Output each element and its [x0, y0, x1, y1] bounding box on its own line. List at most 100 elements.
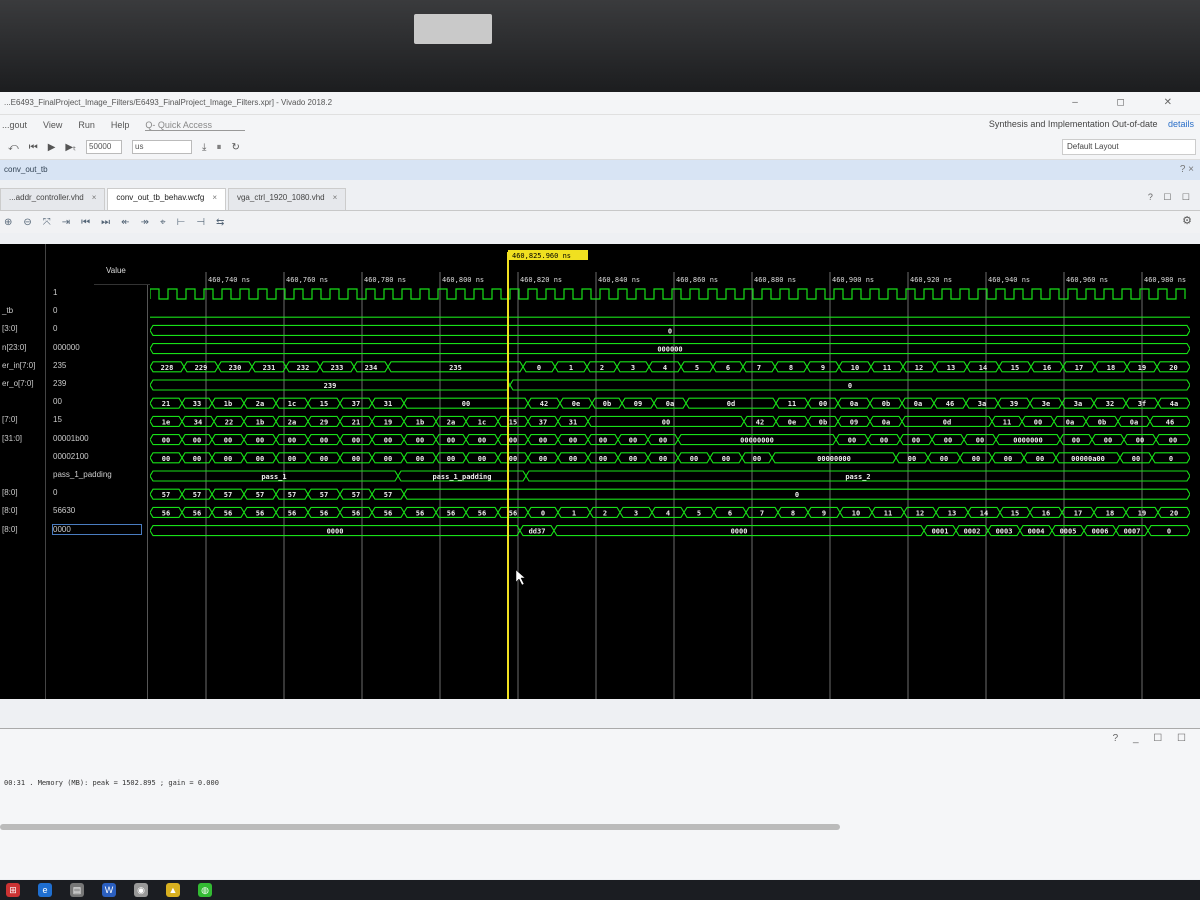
signal-name[interactable]: [8:0] [2, 525, 18, 534]
tab-conv-out-tb-behav[interactable]: conv_out_tb_behav.wcfg × [107, 188, 226, 210]
zoom-out-icon[interactable]: ⊖ [23, 217, 31, 228]
bus-value-label: 57 [224, 491, 232, 499]
bus-value-label: 00 [1072, 437, 1080, 445]
bus-value-label: 5 [697, 509, 701, 517]
bus-value-label: 00 [599, 455, 607, 463]
bus-value-label: 19 [384, 418, 392, 426]
relaunch-icon[interactable]: ↻ [231, 142, 239, 153]
bus-value-label: 0a [882, 418, 890, 426]
help-icon[interactable]: ? × [1180, 160, 1194, 180]
bus-value-label: pass_1_padding [432, 473, 491, 481]
tab-addr-controller[interactable]: ...addr_controller.vhd × [0, 188, 106, 210]
edge-icon[interactable]: e [38, 883, 52, 897]
wechat-icon[interactable]: ◍ [198, 883, 212, 897]
close-icon[interactable]: × [333, 193, 338, 202]
window-controls[interactable]: – ◻ ✕ [1072, 92, 1190, 114]
layout-select[interactable]: Default Layout [1062, 139, 1196, 155]
menu-help[interactable]: Help [111, 120, 130, 130]
word-icon[interactable]: W [102, 883, 116, 897]
step-icon[interactable]: ⤓ [202, 142, 206, 153]
close-icon[interactable]: × [212, 193, 217, 202]
next-marker-icon[interactable]: ⊣ [196, 217, 205, 228]
close-icon[interactable]: × [92, 193, 97, 202]
bus-value-label: 21 [352, 418, 360, 426]
bus-value-label: 0000 [327, 528, 344, 536]
tab-vga-ctrl[interactable]: vga_ctrl_1920_1080.vhd × [227, 188, 347, 210]
bus-value-label: 56 [509, 509, 517, 517]
bus-value-label: 4a [1170, 400, 1178, 408]
bus-value-label: 1 [569, 364, 573, 372]
swap-cursors-icon[interactable]: ⇆ [216, 217, 224, 228]
tab-label: conv_out_tb_behav.wcfg [116, 193, 205, 202]
mouse-pointer-icon [515, 569, 526, 586]
go-to-cursor-icon[interactable]: ⇥ [62, 217, 70, 228]
signal-name[interactable]: [8:0] [2, 506, 18, 515]
time-tick-label: 460,840 ns [598, 276, 640, 284]
signal-name[interactable]: [8:0] [2, 488, 18, 497]
bus-value-label: 56 [256, 509, 264, 517]
menu-item-0[interactable]: ...gout [2, 120, 27, 130]
windows-icon[interactable]: ⊞ [6, 883, 20, 897]
prev-transition-icon[interactable]: ↞ [121, 217, 129, 228]
tab-panel-controls[interactable]: ? ☐ ☐ [1148, 192, 1194, 203]
menu-view[interactable]: View [43, 120, 62, 130]
restart-icon[interactable]: ⤺ [8, 142, 19, 153]
signal-name[interactable]: er_o[7:0] [2, 379, 34, 388]
bus-value-label: 33 [193, 400, 201, 408]
bus-value-label: 19 [1138, 364, 1146, 372]
bus-value-label: 6 [726, 364, 730, 372]
bus-value-label: 5 [695, 364, 699, 372]
zoom-in-icon[interactable]: ⊕ [4, 217, 12, 228]
bus-value-label: 239 [324, 382, 337, 390]
run-time-unit-select[interactable]: us [132, 140, 193, 154]
bus-value-label: 18 [1106, 509, 1114, 517]
chrome-icon[interactable]: ◉ [134, 883, 148, 897]
signal-name[interactable]: [3:0] [2, 324, 18, 333]
signal-name[interactable]: [7:0] [2, 415, 18, 424]
signal-value: 0000 [52, 523, 142, 535]
signal-value: 235 [53, 360, 67, 370]
details-link[interactable]: details [1168, 119, 1194, 129]
run-time-input[interactable]: 50000 [86, 140, 123, 154]
signal-name[interactable]: [31:0] [2, 434, 22, 443]
menu-run[interactable]: Run [78, 120, 95, 130]
signal-name[interactable]: er_in[7:0] [2, 361, 35, 370]
horizontal-scrollbar[interactable] [0, 824, 840, 830]
signal-name[interactable]: _tb [2, 306, 13, 315]
signal-name[interactable]: n[23:0] [2, 343, 26, 352]
run-all-icon[interactable]: ▶ [48, 142, 56, 153]
bus-value-label: 0a [666, 400, 674, 408]
bus-value-label: 14 [979, 364, 987, 372]
time-tick-label: 460,940 ns [988, 276, 1030, 284]
cursor-time-label: 460,825.960 ns [512, 252, 571, 260]
bus-value-label: 228 [161, 364, 174, 372]
add-marker-icon[interactable]: ⌖ [160, 217, 166, 228]
bus-value-label: 20 [1169, 364, 1177, 372]
pause-icon[interactable]: ⏸ [216, 142, 221, 153]
bus-value-label: 37 [539, 418, 547, 426]
zoom-fit-icon[interactable]: ⤧ [43, 217, 51, 228]
bus-value-label: 2a [256, 400, 264, 408]
bus-value-label: 32 [1106, 400, 1114, 408]
gear-icon[interactable]: ⚙ [1182, 214, 1192, 227]
time-tick-label: 460,880 ns [754, 276, 796, 284]
go-to-end-icon[interactable]: ⏭ [101, 217, 110, 228]
skip-back-icon[interactable]: ⏮ [29, 142, 38, 153]
quick-access-search[interactable]: Q- Quick Access [145, 120, 246, 131]
vivado-icon[interactable]: ▲ [166, 883, 180, 897]
waveform-canvas[interactable]: 460,740 ns 460,760 ns 460,780 ns 460,800 ns… [150, 244, 1190, 699]
prev-marker-icon[interactable]: ⊢ [177, 217, 186, 228]
go-to-start-icon[interactable]: ⏮ [81, 217, 90, 228]
bus-value-label: 14 [980, 509, 988, 517]
bus-value-label: 00 [509, 437, 517, 445]
explorer-icon[interactable]: ▤ [70, 883, 84, 897]
run-for-icon[interactable]: ▶ₜ [65, 142, 76, 153]
bus-value-label: 15 [320, 400, 328, 408]
signal-value: 1 [53, 288, 58, 297]
bus-value-label: 00 [1132, 455, 1140, 463]
bus-value-label: 56 [352, 509, 360, 517]
next-transition-icon[interactable]: ↠ [141, 217, 149, 228]
bus-value-label: 0e [572, 400, 580, 408]
bus-value-label: 57 [162, 491, 170, 499]
console-controls[interactable]: ? _ ☐ ☐ [1113, 733, 1192, 744]
